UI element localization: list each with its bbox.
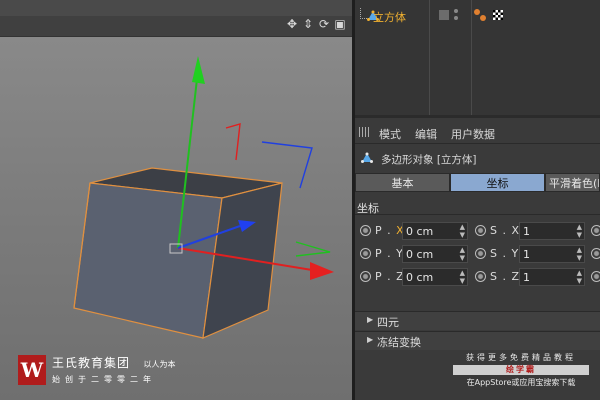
scale-x-value: 1 (523, 225, 530, 238)
grip-icon[interactable] (359, 127, 371, 137)
expand-arrow-icon[interactable]: ▶ (367, 315, 373, 324)
keyframe-radio[interactable] (475, 248, 486, 259)
tab-coordinates[interactable]: 坐标 (450, 173, 545, 192)
keyframe-radio[interactable] (360, 248, 371, 259)
scale-y-label: S . Y (490, 247, 520, 260)
rotate-view-icon[interactable]: ⟳ (318, 17, 330, 31)
layer-swatch-icon[interactable] (439, 10, 449, 20)
scene-canvas[interactable] (0, 36, 352, 400)
move-view-icon[interactable]: ✥ (286, 17, 298, 31)
logo-text: 王氏教育集团 以人为本 始创于二零零二年 (52, 354, 176, 385)
promo-badge: 绘学霸 (453, 365, 589, 375)
position-z-label: P . Z (375, 270, 405, 283)
render-visibility-dot[interactable] (454, 16, 458, 20)
viewport-nav-icons: ✥ ⇕ ⟳ ▣ (286, 17, 346, 31)
maximize-view-icon[interactable]: ▣ (334, 17, 346, 31)
scale-x-field[interactable]: 1 ▲ ▼ (519, 222, 585, 240)
logo-title: 王氏教育集团 (52, 356, 131, 370)
stepper-icon[interactable]: ▲ ▼ (577, 223, 582, 239)
scale-y-value: 1 (523, 248, 530, 261)
stepper-icon[interactable]: ▲ ▼ (460, 246, 465, 262)
position-y-label: P . Y (375, 247, 404, 260)
scale-y-field[interactable]: 1 ▲ ▼ (519, 245, 585, 263)
expand-arrow-icon[interactable]: ▶ (367, 335, 373, 344)
position-z-value: 0 cm (406, 271, 434, 284)
logo-mark-icon: W (18, 354, 46, 385)
uvw-tag-icon[interactable] (480, 15, 486, 21)
zoom-view-icon[interactable]: ⇕ (302, 17, 314, 31)
keyframe-radio[interactable] (591, 248, 600, 259)
viewport[interactable]: ✥ ⇕ ⟳ ▣ W 王氏教育集团 以人为本 始创于二零零二年 (0, 0, 352, 400)
position-label-prefix: P . (375, 247, 397, 260)
y-axis-arrow[interactable] (192, 56, 205, 84)
tab-basic[interactable]: 基本 (355, 173, 450, 192)
keyframe-radio[interactable] (475, 225, 486, 236)
menu-edit[interactable]: 编辑 (415, 126, 437, 142)
object-title: 多边形对象 [立方体] (381, 154, 477, 166)
promo-line1: 获得更多免费精品教程 (466, 353, 576, 362)
stepper-icon[interactable]: ▲ ▼ (577, 246, 582, 262)
coord-row-z: P . Z 0 cm ▲ ▼ S . Z 1 ▲ ▼ (355, 267, 600, 287)
menu-user-data[interactable]: 用户数据 (451, 126, 495, 142)
group-freeze-transform[interactable]: ▶ 冻结变换 (355, 331, 600, 350)
scale-x-label: S . X (490, 224, 521, 237)
logo-tagline: 以人为本 (143, 360, 176, 369)
scale-z-label: S . Z (490, 270, 521, 283)
coord-row-y: P . Y 0 cm ▲ ▼ S . Y 1 ▲ ▼ (355, 244, 600, 264)
coord-row-x: P . X 0 cm ▲ ▼ S . X 1 ▲ ▼ (355, 221, 600, 241)
editor-visibility-dot[interactable] (454, 9, 458, 13)
y-plane-handle[interactable] (295, 241, 331, 257)
keyframe-radio[interactable] (591, 225, 600, 236)
position-y-field[interactable]: 0 cm ▲ ▼ (402, 245, 468, 263)
attribute-tabs: 基本 坐标 平滑着色(P (355, 173, 600, 193)
group-freeze-transform-label: 冻结变换 (377, 336, 421, 349)
position-x-value: 0 cm (406, 225, 434, 238)
polygon-object-icon (361, 152, 373, 163)
object-row-cube[interactable]: 立方体 (355, 4, 600, 25)
stepper-icon[interactable]: ▲ ▼ (460, 223, 465, 239)
position-x-field[interactable]: 0 cm ▲ ▼ (402, 222, 468, 240)
keyframe-radio[interactable] (360, 271, 371, 282)
stepper-icon[interactable]: ▲ ▼ (577, 269, 582, 285)
menu-mode[interactable]: 模式 (379, 126, 401, 142)
logo-subtitle: 始创于二零零二年 (52, 375, 156, 384)
x-axis-arrow[interactable] (310, 262, 334, 280)
keyframe-radio[interactable] (475, 271, 486, 282)
brand-logo: W 王氏教育集团 以人为本 始创于二零零二年 (18, 354, 176, 385)
promo-line3: 在AppStore或应用宝搜索下载 (466, 378, 576, 387)
position-label-prefix: P . (375, 224, 397, 237)
group-quaternion-label: 四元 (377, 316, 399, 329)
position-y-value: 0 cm (406, 248, 434, 261)
position-x-label: P . X (375, 224, 405, 237)
group-quaternion[interactable]: ▶ 四元 (355, 311, 600, 330)
scale-z-field[interactable]: 1 ▲ ▼ (519, 268, 585, 286)
tab-phong[interactable]: 平滑着色(P (545, 173, 600, 192)
promo-watermark: 获得更多免费精品教程 绘学霸 在AppStore或应用宝搜索下载 (446, 352, 596, 388)
object-manager: 立方体 (355, 0, 600, 115)
keyframe-radio[interactable] (591, 271, 600, 282)
position-label-prefix: P . (375, 270, 397, 283)
position-z-field[interactable]: 0 cm ▲ ▼ (402, 268, 468, 286)
x-plane-handle[interactable] (225, 123, 241, 161)
object-name-label[interactable]: 立方体 (373, 9, 406, 25)
keyframe-radio[interactable] (360, 225, 371, 236)
section-divider (355, 214, 600, 215)
scale-z-value: 1 (523, 271, 530, 284)
attributes-menubar: 模式 编辑 用户数据 (355, 123, 600, 144)
phong-tag-icon[interactable] (474, 9, 480, 15)
material-tag-icon[interactable] (493, 10, 503, 20)
stepper-icon[interactable]: ▲ ▼ (460, 269, 465, 285)
